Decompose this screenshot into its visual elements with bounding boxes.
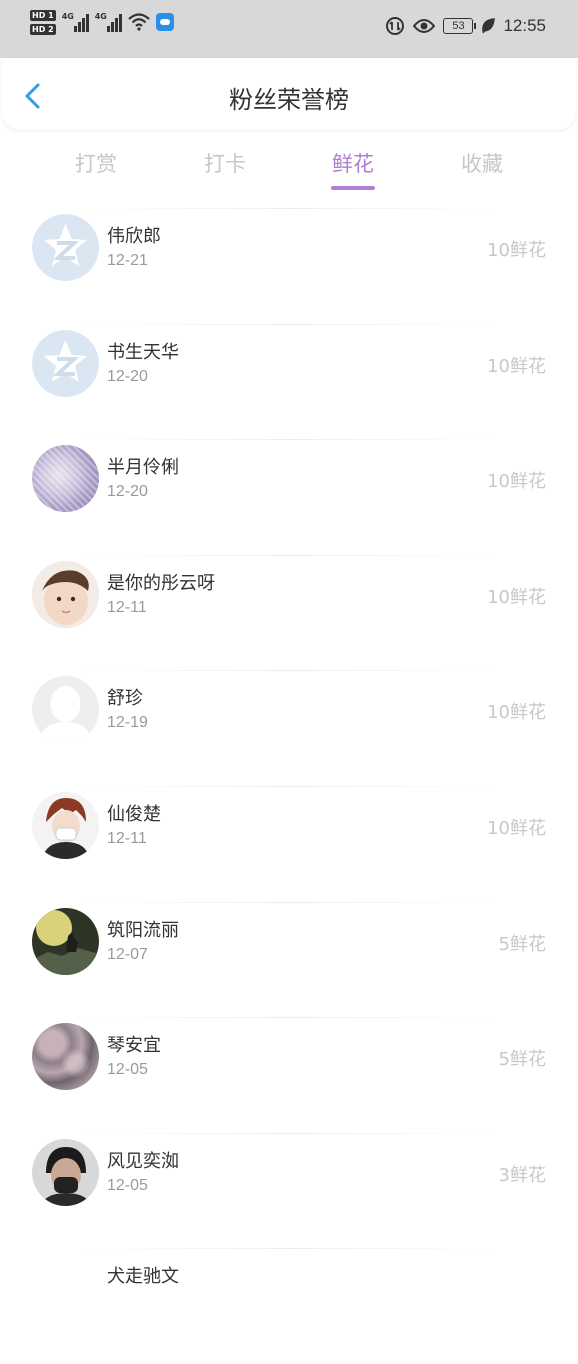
flower-count: 10鲜花 [487, 817, 546, 839]
battery-icon: 53 [443, 18, 477, 34]
flower-count: 5鲜花 [498, 933, 546, 955]
avatar[interactable] [32, 445, 99, 513]
wolf-moon-photo [32, 907, 99, 975]
fan-date: 12-20 [107, 483, 148, 501]
tab-reward[interactable]: 打赏 [46, 148, 146, 178]
fan-list: 伟欣郎 12-21 10鲜花 书生天华 12-20 10鲜花 半月伶俐 12-2… [0, 208, 578, 1364]
cloud-notification-icon [155, 13, 174, 31]
list-item[interactable]: 风见奕洳 12-05 3鲜花 [0, 1132, 578, 1249]
divider [80, 1248, 500, 1250]
avatar[interactable] [32, 907, 99, 975]
qq-default-icon [32, 329, 99, 397]
fan-date: 12-07 [107, 945, 148, 963]
flower-count: 5鲜花 [498, 1049, 546, 1071]
fan-date: 12-21 [107, 252, 148, 269]
sim1-badge: HD 1 [30, 10, 56, 21]
status-bar: HD 1 HD 2 4G 4G 53 12:55 [0, 0, 578, 58]
baby-photo [32, 560, 99, 628]
divider [80, 208, 500, 209]
fan-date: 12-11 [107, 829, 147, 847]
list-item[interactable]: 仙俊楚 12-11 10鲜花 [0, 785, 578, 902]
pattern-photo [32, 445, 99, 513]
tab-checkin[interactable]: 打卡 [175, 148, 275, 178]
divider [80, 1132, 500, 1134]
avatar[interactable] [32, 676, 99, 744]
avatar[interactable] [32, 560, 99, 628]
avatar[interactable] [32, 329, 99, 397]
flower-count: 10鲜花 [487, 240, 546, 261]
floral-photo [32, 1023, 99, 1091]
fan-name: 犬走驰文 [107, 1266, 179, 1288]
sim2-badge: HD 2 [30, 24, 56, 35]
tab-flowers[interactable]: 鲜花 [303, 148, 403, 178]
divider [80, 901, 500, 903]
divider [80, 670, 500, 672]
leaf-icon [482, 18, 496, 34]
eye-comfort-icon [413, 19, 436, 33]
fan-name: 伟欣郎 [107, 226, 161, 247]
list-item[interactable]: 舒珍 12-19 10鲜花 [0, 670, 578, 786]
fan-date: 12-05 [107, 1176, 148, 1194]
flower-count: 10鲜花 [487, 471, 546, 493]
fan-name: 舒珍 [107, 688, 143, 710]
page-title: 粉丝荣誉榜 [229, 86, 349, 114]
list-item[interactable]: 筑阳流丽 12-07 5鲜花 [0, 901, 578, 1018]
flower-count: 10鲜花 [487, 702, 546, 724]
app-header: 粉丝荣誉榜 [2, 58, 576, 130]
list-item[interactable]: 犬走驰文 [0, 1248, 578, 1364]
fan-name: 半月伶俐 [107, 457, 179, 479]
qq-default-icon [32, 214, 99, 281]
fan-date: 12-11 [107, 598, 147, 616]
flower-count: 10鲜花 [487, 586, 546, 608]
list-item[interactable]: 伟欣郎 12-21 10鲜花 [0, 208, 578, 324]
masked-person-photo [32, 1138, 99, 1206]
flower-count: 10鲜花 [487, 355, 546, 377]
divider [80, 785, 500, 787]
signal-2-icon: 4G [95, 10, 122, 32]
avatar[interactable] [32, 1023, 99, 1091]
data-saver-icon [386, 17, 405, 35]
fan-name: 书生天华 [107, 341, 179, 363]
fan-name: 风见奕洳 [107, 1150, 179, 1172]
wifi-icon [127, 13, 150, 31]
divider [80, 323, 500, 325]
anime-character [32, 791, 99, 859]
tab-bar: 打赏 打卡 鲜花 收藏 [0, 148, 578, 196]
list-item[interactable]: 半月伶俐 12-20 10鲜花 [0, 439, 578, 555]
flower-count: 3鲜花 [498, 1164, 546, 1186]
avatar[interactable] [32, 791, 99, 859]
divider [80, 1017, 500, 1019]
default-silhouette-icon [32, 676, 99, 744]
fan-name: 是你的彤云呀 [107, 572, 215, 594]
list-item[interactable]: 琴安宜 12-05 5鲜花 [0, 1017, 578, 1133]
fan-name: 筑阳流丽 [107, 919, 179, 941]
clock: 12:55 [503, 16, 546, 35]
avatar[interactable] [32, 214, 99, 281]
list-item[interactable]: 书生天华 12-20 10鲜花 [0, 323, 578, 440]
divider [80, 439, 500, 441]
fan-name: 琴安宜 [107, 1035, 161, 1057]
active-tab-indicator [331, 186, 375, 190]
list-item[interactable]: 是你的彤云呀 12-11 10鲜花 [0, 554, 578, 671]
divider [80, 554, 500, 556]
avatar[interactable] [32, 1138, 99, 1206]
fan-name: 仙俊楚 [107, 803, 161, 825]
signal-1-icon: 4G [62, 10, 89, 32]
fan-date: 12-05 [107, 1061, 148, 1079]
fan-date: 12-19 [107, 714, 148, 732]
fan-date: 12-20 [107, 367, 148, 385]
tab-favorites[interactable]: 收藏 [432, 148, 532, 178]
